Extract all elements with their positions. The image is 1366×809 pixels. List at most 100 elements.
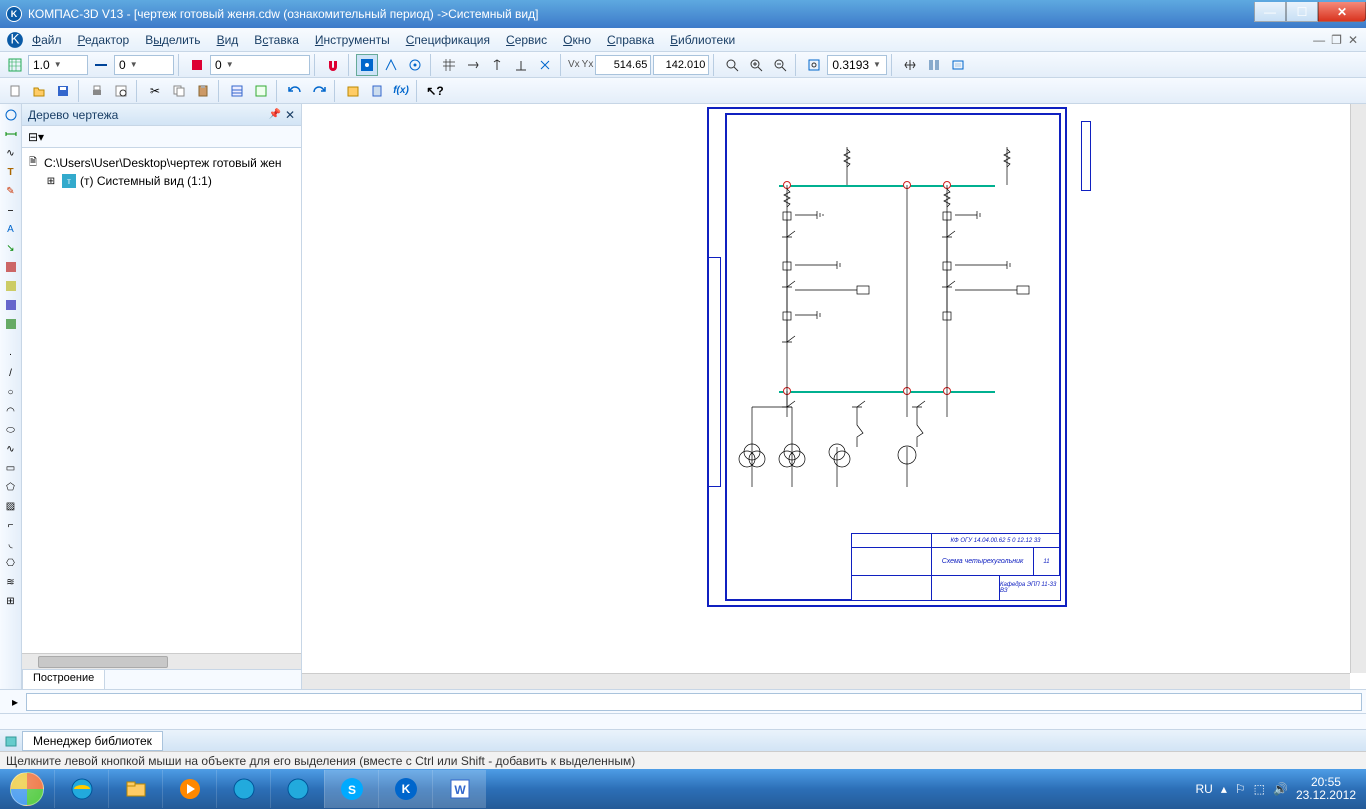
taskbar-wmp[interactable] — [162, 770, 216, 808]
drawing-canvas[interactable]: КФ ОГУ 14.04.00.62 5 0 12.12 33 Схема че… — [302, 104, 1366, 689]
preview-button[interactable] — [110, 80, 132, 102]
close-button[interactable]: ✕ — [1318, 2, 1366, 22]
coord-y[interactable]: 142.010 — [653, 55, 709, 75]
undo-button[interactable] — [284, 80, 306, 102]
tree-hscroll[interactable] — [22, 653, 301, 669]
zoom-window-button[interactable] — [721, 54, 743, 76]
views-tool[interactable] — [2, 315, 20, 333]
redraw-button[interactable] — [947, 54, 969, 76]
param-tool[interactable]: ⎯ — [2, 201, 20, 219]
app-menu-icon[interactable]: K — [6, 31, 24, 49]
circle-tool[interactable]: ○ — [2, 383, 20, 401]
perpendicular-button[interactable] — [510, 54, 532, 76]
help-cursor-button[interactable]: ↖? — [424, 80, 446, 102]
libmgr-icon[interactable] — [0, 730, 22, 752]
zoom-fit-button[interactable] — [803, 54, 825, 76]
report-button[interactable] — [366, 80, 388, 102]
measure-tool[interactable]: A — [2, 220, 20, 238]
menu-библиотеки[interactable]: Библиотеки — [662, 31, 743, 49]
coord-x[interactable]: 514.65 — [595, 55, 651, 75]
tray-clock[interactable]: 20:55 23.12.2012 — [1296, 776, 1356, 802]
grid-button[interactable] — [438, 54, 460, 76]
taskbar-explorer[interactable] — [108, 770, 162, 808]
menu-инструменты[interactable]: Инструменты — [307, 31, 398, 49]
fragment-tool[interactable] — [2, 296, 20, 314]
ellipse-tool[interactable]: ⬭ — [2, 421, 20, 439]
tree-mode-button[interactable]: ⊟▾ — [28, 130, 44, 144]
tray-lang[interactable]: RU — [1196, 782, 1213, 796]
tab-construction[interactable]: Построение — [22, 669, 105, 689]
dimensions-tool[interactable] — [2, 125, 20, 143]
menu-окно[interactable]: Окно — [555, 31, 599, 49]
menu-редактор[interactable]: Редактор — [70, 31, 138, 49]
arc-tool[interactable]: ◠ — [2, 402, 20, 420]
contour-tool[interactable]: ⎔ — [2, 554, 20, 572]
designation-tool[interactable]: ∿ — [2, 144, 20, 162]
taskbar-word[interactable]: W — [432, 770, 486, 808]
taskbar-ie2[interactable] — [216, 770, 270, 808]
local-cs-button[interactable] — [534, 54, 556, 76]
menu-вид[interactable]: Вид — [209, 31, 247, 49]
menu-сервис[interactable]: Сервис — [498, 31, 555, 49]
copy-button[interactable] — [168, 80, 190, 102]
rect-tool[interactable]: ▭ — [2, 459, 20, 477]
ortho-x-button[interactable] — [462, 54, 484, 76]
select-tool[interactable]: ↘ — [2, 239, 20, 257]
snap-point-button[interactable] — [356, 54, 378, 76]
equidistant-tool[interactable]: ≋ — [2, 573, 20, 591]
taskbar-ie[interactable] — [54, 770, 108, 808]
chamfer-tool[interactable]: ⌐ — [2, 516, 20, 534]
view-mgr-button[interactable] — [923, 54, 945, 76]
style-button[interactable] — [90, 54, 112, 76]
zoom-out-button[interactable] — [769, 54, 791, 76]
fx-button[interactable]: f(x) — [390, 80, 412, 102]
magnet-button[interactable] — [322, 54, 344, 76]
properties-button[interactable] — [226, 80, 248, 102]
hatch-tool[interactable]: ▨ — [2, 497, 20, 515]
tray-flag-icon[interactable]: ⚐ — [1235, 782, 1246, 796]
start-button[interactable] — [0, 769, 54, 809]
tray-network-icon[interactable]: ⬚ — [1254, 782, 1265, 796]
polygon-tool[interactable]: ⬠ — [2, 478, 20, 496]
print-button[interactable] — [86, 80, 108, 102]
minimize-button[interactable]: — — [1254, 2, 1286, 22]
edit-tool[interactable]: ✎ — [2, 182, 20, 200]
assembly-tool[interactable]: ⊞ — [2, 592, 20, 610]
canvas-hscroll[interactable] — [302, 673, 1350, 689]
line-tool[interactable]: / — [2, 364, 20, 382]
command-menu-button[interactable]: ▸ — [4, 691, 26, 713]
panel-close-icon[interactable]: ✕ — [285, 108, 295, 122]
step-combo[interactable]: 1.0▼ — [28, 55, 88, 75]
tray-show-hidden-icon[interactable]: ▴ — [1221, 782, 1227, 796]
layer-combo[interactable]: 0▼ — [210, 55, 310, 75]
ortho-y-button[interactable] — [486, 54, 508, 76]
grid-step-button[interactable] — [4, 54, 26, 76]
tray-volume-icon[interactable]: 🔊 — [1273, 782, 1288, 796]
save-button[interactable] — [52, 80, 74, 102]
drawing-tree[interactable]: 🗎 C:\Users\User\Desktop\чертеж готовый ж… — [22, 148, 301, 653]
taskbar-skype[interactable]: S — [324, 770, 378, 808]
snap-mid-button[interactable] — [380, 54, 402, 76]
spline-tool[interactable]: ∿ — [2, 440, 20, 458]
mdi-restore-button[interactable]: ❐ — [1331, 33, 1342, 47]
menu-выделить[interactable]: Выделить — [137, 31, 208, 49]
library-manager-tab[interactable]: Менеджер библиотек — [22, 731, 163, 751]
spec-tool[interactable] — [2, 258, 20, 276]
open-button[interactable] — [28, 80, 50, 102]
variables-button[interactable] — [250, 80, 272, 102]
geometry-tool[interactable] — [2, 106, 20, 124]
tree-root[interactable]: 🗎 C:\Users\User\Desktop\чертеж готовый ж… — [26, 154, 297, 172]
fillet-tool[interactable]: ◟ — [2, 535, 20, 553]
pin-icon[interactable]: 📌 — [268, 109, 280, 120]
layer-color-button[interactable] — [186, 54, 208, 76]
report-tool[interactable] — [2, 277, 20, 295]
new-doc-button[interactable] — [4, 80, 26, 102]
mdi-close-button[interactable]: ✕ — [1348, 33, 1358, 47]
expand-icon[interactable]: ⊞ — [44, 174, 58, 188]
style-combo[interactable]: 0▼ — [114, 55, 174, 75]
menu-спецификация[interactable]: Спецификация — [398, 31, 498, 49]
paste-button[interactable] — [192, 80, 214, 102]
taskbar-kompas[interactable]: K — [378, 770, 432, 808]
menu-файл[interactable]: Файл — [24, 31, 70, 49]
snap-center-button[interactable] — [404, 54, 426, 76]
